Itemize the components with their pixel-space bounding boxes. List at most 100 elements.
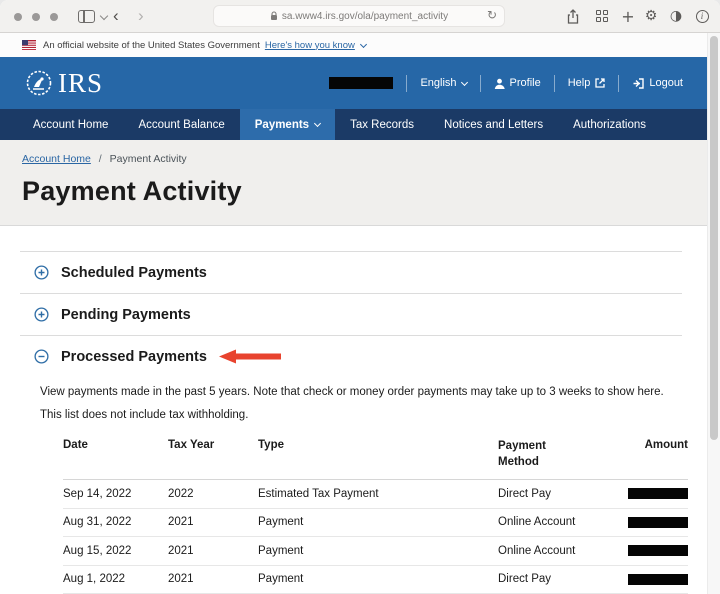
divider bbox=[406, 74, 408, 92]
breadcrumb-home-link[interactable]: Account Home bbox=[22, 153, 91, 165]
divider bbox=[553, 74, 555, 92]
forward-icon[interactable]: › bbox=[138, 4, 144, 28]
new-tab-icon[interactable]: + bbox=[618, 7, 638, 26]
person-icon bbox=[494, 78, 505, 89]
collapse-minus-icon[interactable] bbox=[34, 349, 49, 364]
gov-banner-text: An official website of the United States… bbox=[43, 39, 260, 51]
us-flag-icon bbox=[22, 40, 36, 50]
sidebar-chevron-icon[interactable] bbox=[99, 11, 109, 21]
close-window-icon[interactable] bbox=[14, 13, 22, 21]
payments-table: Date Tax Year Type Payment Method Amount… bbox=[63, 439, 688, 594]
accordion-list: Scheduled Payments Pending Payments Proc… bbox=[20, 251, 682, 377]
zoom-window-icon[interactable] bbox=[50, 13, 58, 21]
nav-item[interactable]: Tax Records bbox=[335, 109, 429, 140]
table-body: Sep 14, 2022 2022 Estimated Tax Payment … bbox=[63, 480, 688, 594]
cell-type: Payment bbox=[258, 544, 304, 557]
external-link-icon bbox=[595, 78, 605, 88]
irs-eagle-icon bbox=[26, 70, 52, 96]
processed-intro-text: View payments made in the past 5 years. … bbox=[40, 386, 664, 398]
cell-type: Estimated Tax Payment bbox=[258, 487, 379, 500]
nav-item[interactable]: Notices and Letters bbox=[429, 109, 558, 140]
expand-plus-icon[interactable] bbox=[34, 265, 49, 280]
browser-window: ‹ › sa.www4.irs.gov/ola/payment_activity… bbox=[0, 0, 720, 594]
col-header-type: Type bbox=[258, 439, 284, 451]
accordion-label: Processed Payments bbox=[61, 348, 207, 365]
reader-contrast-icon[interactable]: ◑ bbox=[666, 7, 686, 25]
help-link[interactable]: Help bbox=[568, 77, 606, 89]
redacted-amount bbox=[628, 573, 688, 585]
refresh-icon[interactable]: ↻ bbox=[487, 8, 497, 22]
nav-item[interactable]: Account Balance bbox=[123, 109, 239, 140]
cell-tax-year: 2021 bbox=[168, 516, 194, 529]
sidebar-icon[interactable] bbox=[78, 10, 95, 23]
cell-tax-year: 2022 bbox=[168, 487, 194, 500]
expand-plus-icon[interactable] bbox=[34, 307, 49, 322]
redacted-amount bbox=[628, 488, 688, 500]
logout-icon bbox=[633, 77, 645, 89]
help-label: Help bbox=[567, 77, 591, 89]
cell-method: Online Account bbox=[498, 516, 576, 529]
cell-type: Payment bbox=[258, 573, 304, 586]
nav-item[interactable]: Account Home bbox=[18, 109, 123, 140]
nav-item-label: Account Home bbox=[33, 118, 109, 131]
divider bbox=[479, 74, 481, 92]
table-row: Aug 1, 2022 2021 Payment Direct Pay bbox=[63, 566, 688, 594]
cell-type: Payment bbox=[258, 516, 304, 529]
redacted-username bbox=[329, 77, 394, 89]
language-dropdown[interactable]: English bbox=[420, 77, 468, 89]
web-page: An official website of the United States… bbox=[0, 33, 720, 594]
accordion-header[interactable]: Pending Payments bbox=[20, 293, 682, 335]
logout-button[interactable]: Logout bbox=[632, 77, 683, 89]
lock-icon bbox=[270, 11, 277, 20]
address-bar[interactable]: sa.www4.irs.gov/ola/payment_activity ↻ bbox=[213, 5, 505, 27]
table-row: Sep 14, 2022 2022 Estimated Tax Payment … bbox=[63, 480, 688, 509]
tab-overview-icon[interactable] bbox=[592, 7, 612, 25]
divider bbox=[618, 74, 620, 92]
nav-item-label: Notices and Letters bbox=[444, 118, 544, 131]
table-row: Aug 15, 2022 2021 Payment Online Account bbox=[63, 537, 688, 566]
breadcrumb-current: Payment Activity bbox=[109, 153, 187, 165]
settings-gear-icon[interactable]: ⚙ bbox=[641, 7, 661, 25]
accordion-label: Scheduled Payments bbox=[61, 264, 207, 281]
breadcrumb: Account Home / Payment Activity bbox=[22, 153, 685, 165]
cell-date: Sep 14, 2022 bbox=[63, 487, 132, 500]
breadcrumb-separator: / bbox=[98, 153, 102, 165]
col-header-amount: Amount bbox=[644, 439, 688, 451]
share-icon[interactable] bbox=[563, 7, 583, 25]
language-label: English bbox=[420, 77, 457, 89]
accordion-header[interactable]: Scheduled Payments bbox=[20, 251, 682, 293]
cell-method: Direct Pay bbox=[498, 573, 552, 586]
info-icon[interactable]: i bbox=[692, 7, 712, 25]
processed-note-text: This list does not include tax withholdi… bbox=[40, 409, 249, 421]
cell-date: Aug 15, 2022 bbox=[63, 544, 132, 557]
cell-tax-year: 2021 bbox=[168, 573, 194, 586]
cell-date: Aug 31, 2022 bbox=[63, 516, 132, 529]
nav-item-label: Tax Records bbox=[350, 118, 415, 131]
col-header-date: Date bbox=[63, 439, 88, 451]
redacted-amount bbox=[628, 516, 688, 528]
how-you-know-link[interactable]: Here's how you know bbox=[265, 40, 355, 51]
nav-item[interactable]: Authorizations bbox=[558, 109, 661, 140]
gov-banner: An official website of the United States… bbox=[0, 33, 707, 57]
back-icon[interactable]: ‹ bbox=[113, 4, 119, 28]
logout-label: Logout bbox=[649, 77, 683, 89]
accordion-label: Pending Payments bbox=[61, 306, 191, 323]
profile-button[interactable]: Profile bbox=[494, 77, 541, 89]
cell-tax-year: 2021 bbox=[168, 544, 194, 557]
scrollbar[interactable] bbox=[707, 33, 720, 594]
minimize-window-icon[interactable] bbox=[32, 13, 40, 21]
chevron-down-icon bbox=[460, 78, 468, 86]
content: Scheduled Payments Pending Payments Proc… bbox=[0, 226, 707, 594]
title-band: Account Home / Payment Activity Payment … bbox=[0, 140, 707, 226]
col-header-method: Payment Method bbox=[498, 440, 546, 468]
chevron-down-icon[interactable] bbox=[359, 40, 367, 48]
redacted-amount bbox=[628, 545, 688, 557]
irs-logo[interactable]: IRS bbox=[24, 68, 103, 99]
irs-logo-text: IRS bbox=[58, 67, 104, 98]
nav-item-label: Account Balance bbox=[138, 118, 225, 131]
nav-item-label: Payments bbox=[254, 118, 310, 131]
nav-item[interactable]: Payments bbox=[239, 109, 336, 140]
accordion-header[interactable]: Processed Payments bbox=[20, 335, 682, 377]
scrollbar-thumb[interactable] bbox=[710, 36, 718, 440]
red-annotation-arrow-icon bbox=[218, 349, 281, 364]
